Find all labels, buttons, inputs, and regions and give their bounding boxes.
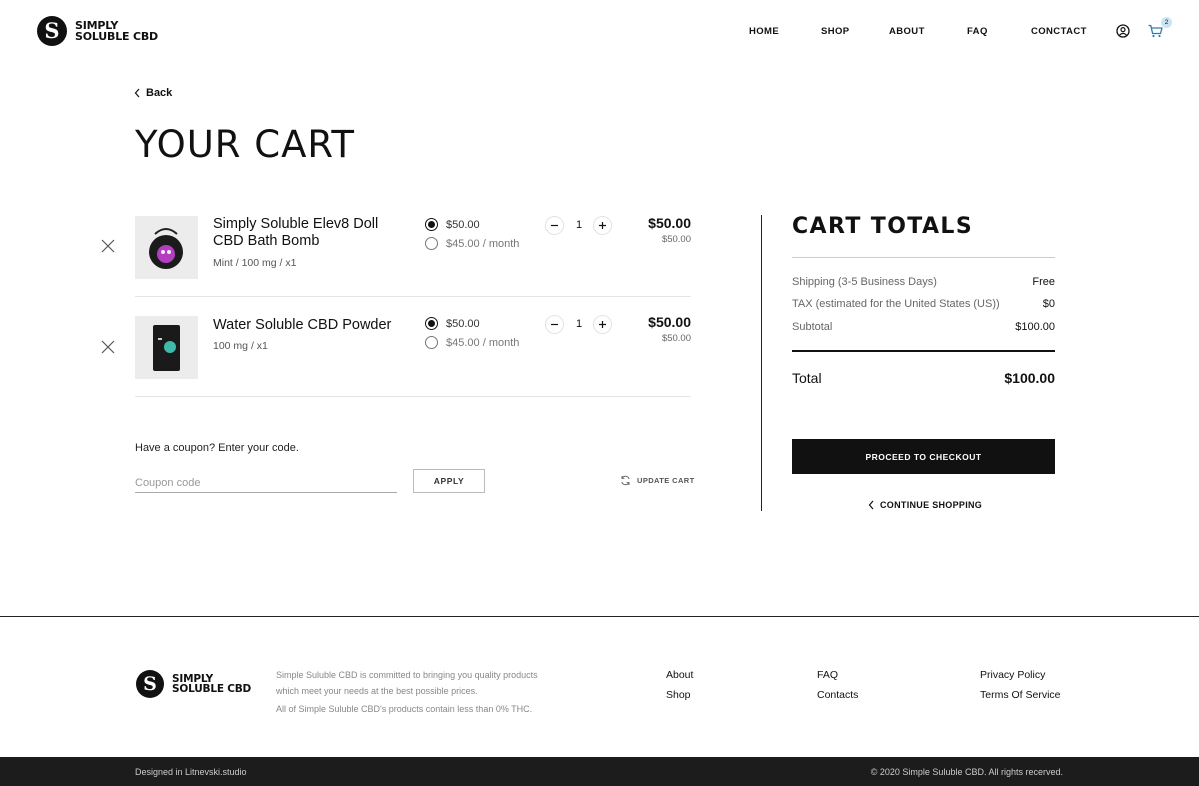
radio-unselected[interactable] (425, 336, 438, 349)
subtotal-label: Subtotal (792, 321, 833, 333)
total-label: Total (792, 370, 822, 386)
logo-line-2: SOLUBLE CBD (172, 683, 252, 695)
subtotal-row: Subtotal $100.00 (792, 321, 1055, 333)
bath-bomb-image (135, 216, 198, 279)
quantity-value[interactable]: 1 (574, 219, 584, 231)
totals-divider-bold (792, 350, 1055, 352)
continue-shopping-link[interactable]: CONTINUE SHOPPING (868, 500, 982, 510)
unit-price: $50.00 (661, 234, 691, 245)
copyright: © 2020 Simple Suluble CBD. All rights re… (870, 767, 1063, 777)
main-nav: HOME SHOP ABOUT FAQ CONCTACT (0, 26, 1199, 38)
shipping-row: Shipping (3-5 Business Days) Free (792, 276, 1055, 288)
decrease-qty-button[interactable] (545, 216, 564, 235)
footer-link-about[interactable]: About (666, 669, 693, 681)
cart-totals-title: CART TOTALS (792, 214, 974, 239)
plus-icon (599, 222, 606, 229)
footer-description: Simple Suluble CBD is committed to bring… (276, 670, 538, 696)
nav-shop[interactable]: SHOP (821, 26, 850, 37)
increase-qty-button[interactable] (593, 315, 612, 334)
shipping-value: Free (1032, 276, 1055, 288)
proceed-to-checkout-button[interactable]: PROCEED TO CHECKOUT (792, 439, 1055, 474)
shipping-label: Shipping (3-5 Business Days) (792, 276, 937, 288)
cart-item: Water Soluble CBD Powder 100 mg / x1 $50… (95, 314, 691, 379)
coupon-prompt: Have a coupon? Enter your code. (135, 442, 299, 454)
radio-unselected[interactable] (425, 237, 438, 250)
option-subscription[interactable]: $45.00 / month (425, 237, 519, 250)
back-label: Back (146, 87, 173, 99)
column-divider (761, 215, 762, 511)
logo-text: SIMPLY SOLUBLE CBD (172, 673, 252, 695)
decrease-qty-button[interactable] (545, 315, 564, 334)
nav-about[interactable]: ABOUT (889, 26, 925, 37)
product-image[interactable] (135, 216, 198, 279)
nav-contact[interactable]: CONCTACT (1031, 26, 1087, 37)
page-title: YOUR CART (135, 123, 356, 166)
totals-divider (792, 257, 1055, 258)
radio-selected[interactable] (425, 218, 438, 231)
cart-item: Simply Soluble Elev8 Doll CBD Bath Bomb … (95, 215, 691, 279)
product-name[interactable]: Water Soluble CBD Powder (213, 317, 403, 334)
bottom-bar: Designed in Litnevski.studio © 2020 Simp… (0, 757, 1199, 786)
tax-value: $0 (1042, 298, 1055, 310)
back-link[interactable]: Back (134, 87, 172, 99)
product-meta: Mint / 100 mg / x1 (213, 257, 297, 269)
option-one-time-label: $50.00 (446, 218, 480, 231)
option-subscription-label: $45.00 / month (446, 237, 520, 250)
row-divider (135, 396, 691, 397)
refresh-icon (621, 475, 630, 486)
footer-logo[interactable]: S SIMPLY SOLUBLE CBD (136, 670, 251, 698)
footer-link-contacts[interactable]: Contacts (817, 689, 858, 701)
row-divider (135, 296, 691, 297)
cart-count-badge: 2 (1161, 17, 1172, 28)
cart-icon[interactable] (1148, 24, 1163, 38)
option-subscription-label: $45.00 / month (446, 336, 520, 349)
subtotal-value: $100.00 (1015, 321, 1055, 333)
minus-icon (551, 224, 558, 227)
product-meta: 100 mg / x1 (213, 340, 268, 352)
footer-link-privacy[interactable]: Privacy Policy (980, 669, 1045, 681)
tax-row: TAX (estimated for the United States (US… (792, 298, 1055, 310)
continue-shopping-label: CONTINUE SHOPPING (880, 500, 983, 510)
coupon-input[interactable] (135, 474, 397, 493)
product-image[interactable] (135, 316, 198, 379)
close-icon[interactable] (101, 340, 115, 354)
footer-thc-note: All of Simple Suluble CBD's products con… (276, 704, 533, 714)
logo-mark: S (136, 670, 164, 698)
nav-faq[interactable]: FAQ (967, 26, 988, 37)
increase-qty-button[interactable] (593, 216, 612, 235)
option-one-time[interactable]: $50.00 (425, 218, 480, 231)
chevron-left-icon (868, 500, 874, 510)
option-one-time[interactable]: $50.00 (425, 317, 480, 330)
footer-divider (0, 616, 1199, 617)
product-name[interactable]: Simply Soluble Elev8 Doll CBD Bath Bomb (213, 216, 403, 250)
line-total: $50.00 (648, 215, 691, 231)
minus-icon (551, 323, 558, 326)
tax-label: TAX (estimated for the United States (US… (792, 298, 1000, 310)
footer-link-shop[interactable]: Shop (666, 689, 691, 701)
footer-link-faq[interactable]: FAQ (817, 669, 838, 681)
powder-pouch-image (135, 316, 198, 379)
quantity-value[interactable]: 1 (574, 318, 584, 330)
update-cart-button[interactable]: UPDATE CART (620, 475, 695, 486)
plus-icon (599, 321, 606, 328)
user-circle-icon[interactable] (1116, 24, 1130, 38)
update-cart-label: UPDATE CART (637, 476, 695, 485)
designed-by-credit[interactable]: Designed in Litnevski.studio (135, 767, 247, 777)
close-icon[interactable] (101, 239, 115, 253)
option-subscription[interactable]: $45.00 / month (425, 336, 519, 349)
footer-link-terms[interactable]: Terms Of Service (980, 689, 1061, 701)
option-one-time-label: $50.00 (446, 317, 480, 330)
nav-home[interactable]: HOME (749, 26, 779, 37)
radio-selected[interactable] (425, 317, 438, 330)
chevron-left-icon (134, 88, 140, 98)
total-row: Total $100.00 (792, 370, 1055, 386)
apply-coupon-button[interactable]: APPLY (413, 469, 485, 493)
line-total: $50.00 (648, 314, 691, 330)
unit-price: $50.00 (661, 333, 691, 344)
total-value: $100.00 (1004, 370, 1055, 386)
